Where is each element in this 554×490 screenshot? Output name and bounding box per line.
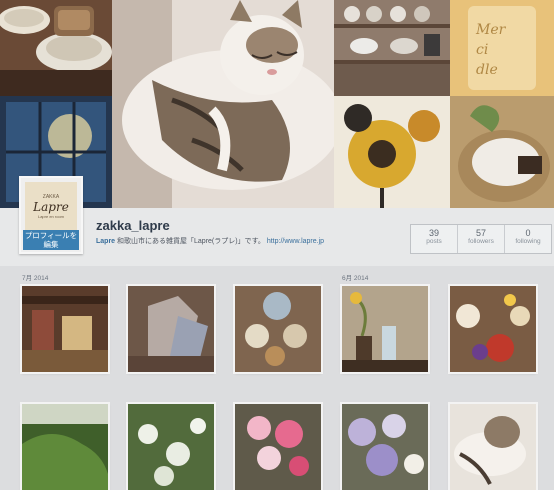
bio-website-link[interactable]: http://www.lapre.jp bbox=[267, 238, 324, 245]
header-photo-cat bbox=[112, 0, 334, 210]
profile-username[interactable]: zakka_lapre bbox=[96, 218, 170, 233]
month-label: 7月 2014 bbox=[22, 275, 49, 282]
feed-photo[interactable] bbox=[22, 404, 108, 490]
stat-posts[interactable]: 39 posts bbox=[411, 225, 458, 253]
feed-photo[interactable] bbox=[22, 286, 108, 372]
profile-bio: Lapre 和歌山市にある雑貨屋「Lapre(ラプレ)」です。 http://w… bbox=[96, 236, 324, 246]
feed-photo[interactable] bbox=[128, 404, 214, 490]
stat-following[interactable]: 0 following bbox=[505, 225, 551, 253]
feed-photo[interactable] bbox=[235, 286, 321, 372]
header-photo-shelf bbox=[334, 0, 450, 96]
shop-logo: ZAKKA Lapre Lapre en room bbox=[25, 182, 77, 230]
svg-text:Mer: Mer bbox=[475, 22, 507, 38]
profile-avatar[interactable]: ZAKKA Lapre Lapre en room プロフィールを編集 bbox=[19, 176, 83, 254]
header-photo-flower-textile bbox=[334, 96, 450, 210]
feed-photo[interactable] bbox=[450, 286, 536, 372]
feed-photo[interactable] bbox=[342, 286, 428, 372]
header-photo-tableware bbox=[0, 0, 112, 96]
logo-tagline-text: Lapre en room bbox=[37, 213, 64, 219]
feed-photo[interactable] bbox=[128, 286, 214, 372]
feed-photo[interactable] bbox=[342, 404, 428, 490]
stat-posts-count: 39 bbox=[428, 228, 439, 238]
header-photo-bag: Mer ci dle bbox=[450, 0, 554, 96]
stat-following-label: following bbox=[515, 238, 541, 245]
feed-photo[interactable] bbox=[235, 404, 321, 490]
bio-text: 和歌山市にある雑貨屋「Lapre(ラプレ)」です。 bbox=[117, 238, 265, 245]
bio-name: Lapre bbox=[96, 238, 116, 245]
stat-followers-count: 57 bbox=[475, 228, 486, 238]
svg-text:ci: ci bbox=[476, 42, 488, 58]
stat-posts-label: posts bbox=[426, 238, 442, 245]
month-label: 6月 2014 bbox=[342, 275, 369, 282]
edit-profile-button[interactable]: プロフィールを編集 bbox=[23, 230, 79, 250]
feed-photo[interactable] bbox=[450, 404, 536, 490]
profile-stats: 39 posts 57 followers 0 following bbox=[410, 224, 552, 254]
stat-followers[interactable]: 57 followers bbox=[458, 225, 505, 253]
stat-followers-label: followers bbox=[468, 238, 494, 245]
stat-following-count: 0 bbox=[525, 228, 531, 238]
logo-brand-text: Lapre bbox=[33, 199, 69, 214]
svg-text:dle: dle bbox=[476, 62, 498, 78]
header-photo-basket bbox=[450, 96, 554, 210]
